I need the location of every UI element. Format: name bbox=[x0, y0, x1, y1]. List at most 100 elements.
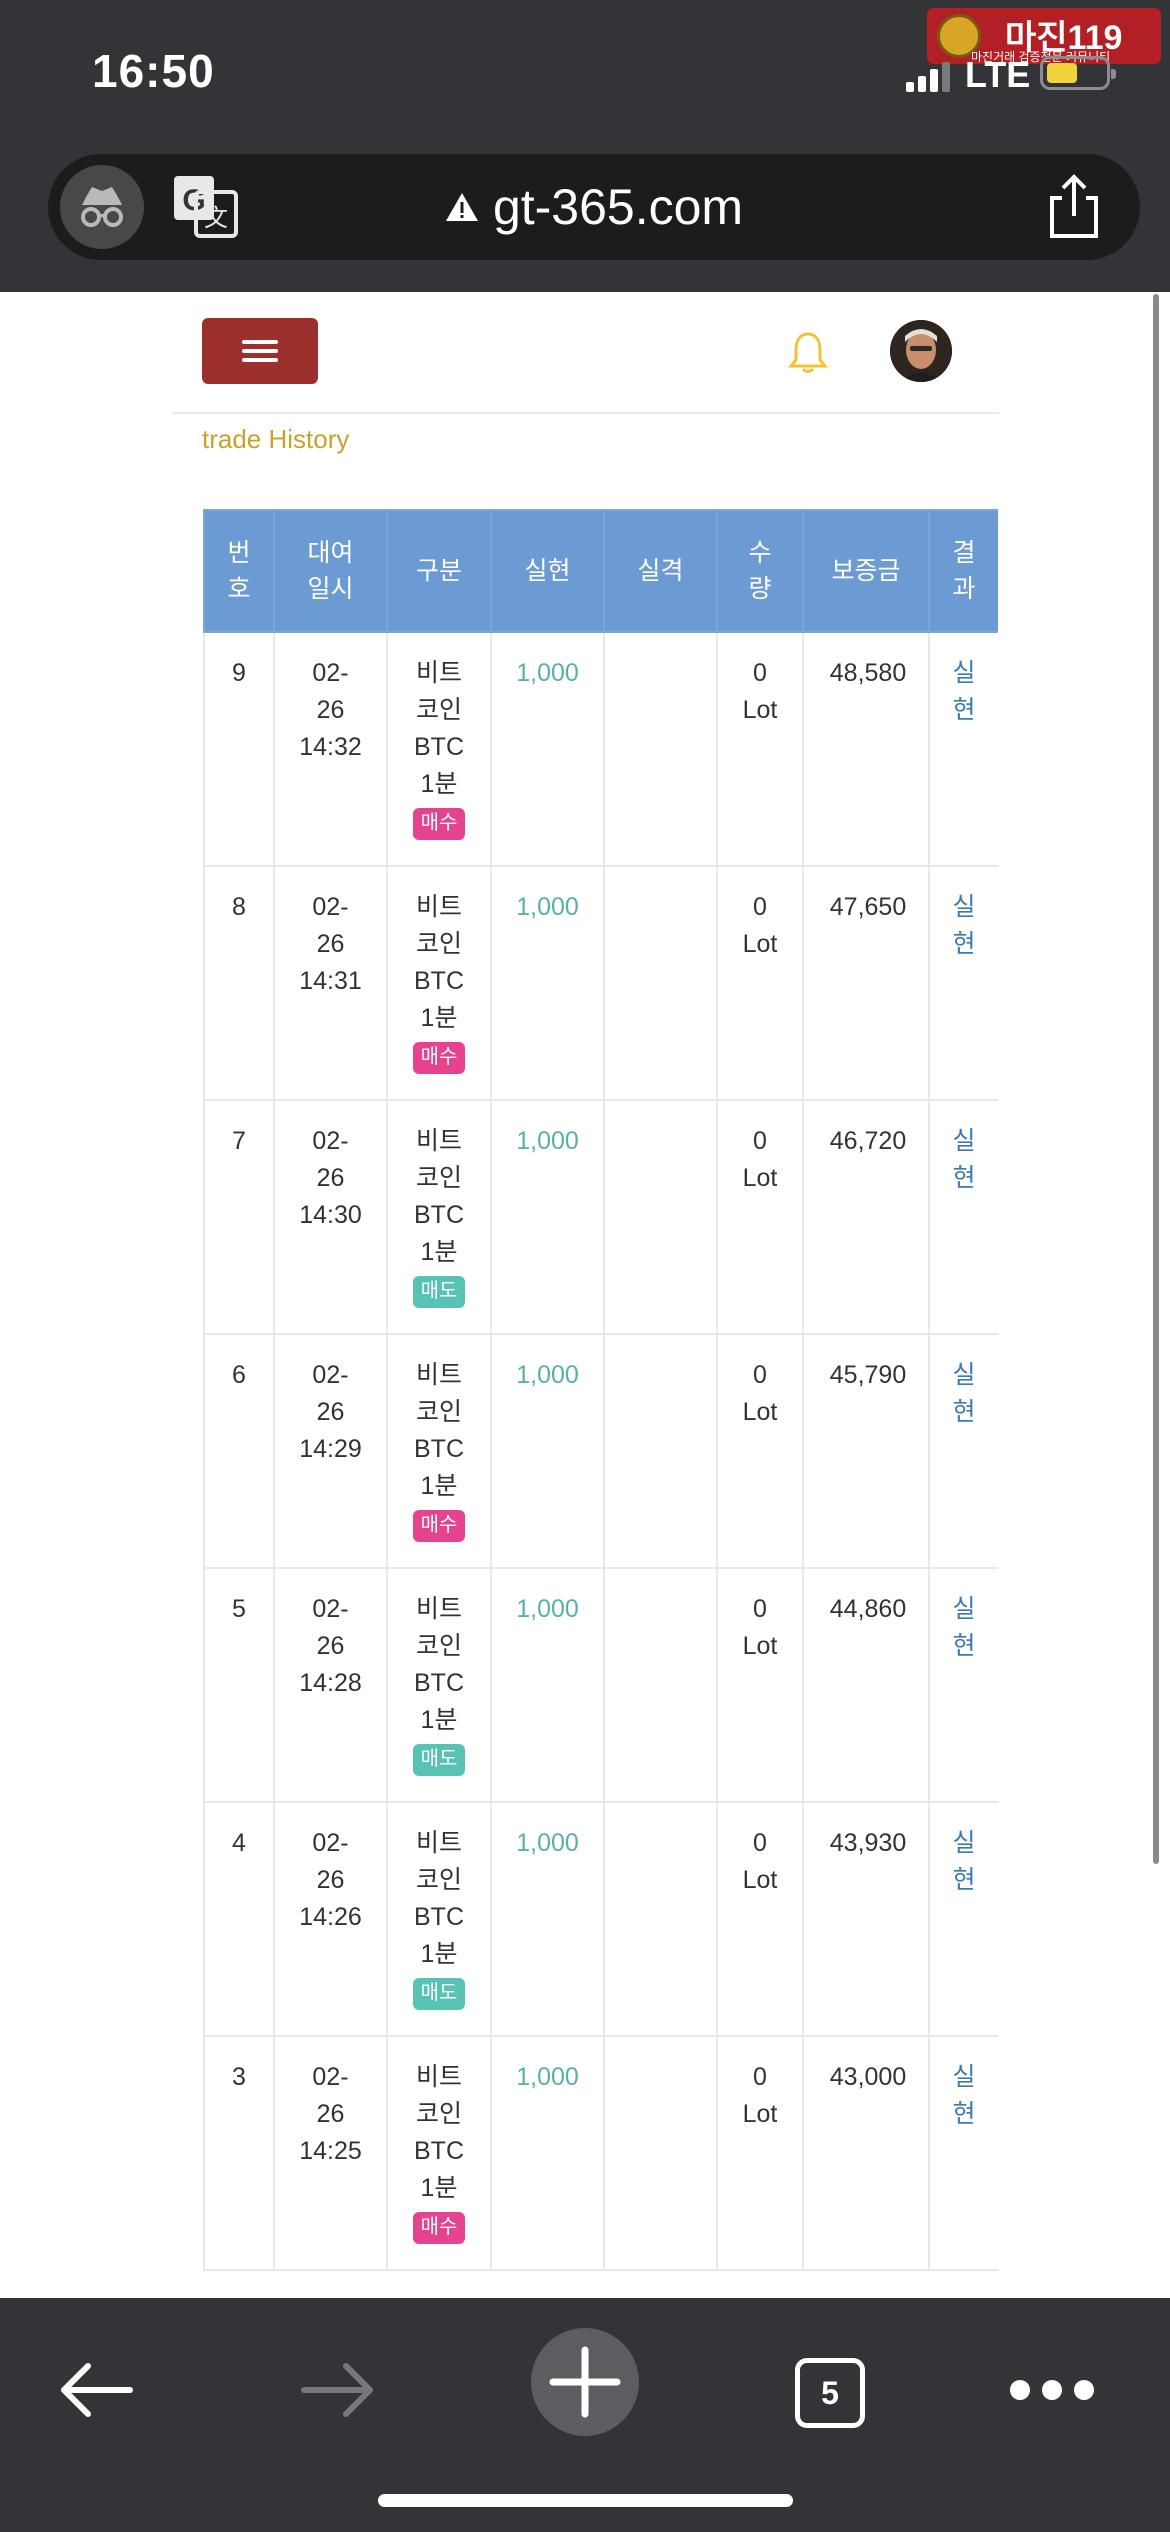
cell-result-text: 실 현 bbox=[952, 1829, 976, 1894]
table-row: 6 02- 26 14:29 비트 코인 BTC 1분 매수 1,000 0 Lot 45,… bbox=[203, 1333, 998, 1569]
page-scrollbar[interactable] bbox=[1153, 294, 1159, 1864]
cell-realized: 1,000 bbox=[490, 1099, 605, 1335]
cell-result[interactable]: 실 현 bbox=[928, 1801, 998, 2037]
arrow-left-icon bbox=[61, 2363, 133, 2417]
cell-quantity: 0 Lot bbox=[716, 1801, 804, 2037]
cell-no-text: 3 bbox=[232, 2063, 246, 2091]
cell-type-text: 비트 코인 BTC 1분 bbox=[414, 1595, 464, 1734]
header-quantity: 수 량 bbox=[716, 509, 804, 633]
cell-result[interactable]: 실 현 bbox=[928, 1333, 998, 1569]
cell-quantity: 0 Lot bbox=[716, 865, 804, 1101]
cell-result[interactable]: 실 현 bbox=[928, 1567, 998, 1803]
cell-realized: 1,000 bbox=[490, 1333, 605, 1569]
cell-margin: 43,000 bbox=[802, 2035, 930, 2271]
buy-badge: 매수 bbox=[412, 1510, 466, 1542]
cell-date-text: 02- 26 14:26 bbox=[299, 1829, 362, 1931]
cell-margin-text: 44,860 bbox=[829, 1595, 907, 1623]
table-row: 7 02- 26 14:30 비트 코인 BTC 1분 매도 1,000 0 Lot 46,… bbox=[203, 1099, 998, 1335]
cell-margin: 48,580 bbox=[802, 631, 930, 867]
url-display[interactable]: gt-365.com bbox=[48, 154, 1140, 260]
table-row: 5 02- 26 14:28 비트 코인 BTC 1분 매도 1,000 0 Lot 44,… bbox=[203, 1567, 998, 1803]
cell-no: 4 bbox=[203, 1801, 275, 2037]
cell-lost bbox=[603, 1333, 718, 1569]
table-row: 3 02- 26 14:25 비트 코인 BTC 1분 매수 1,000 0 Lot 43,… bbox=[203, 2035, 998, 2271]
cell-date-text: 02- 26 14:29 bbox=[299, 1361, 362, 1463]
cell-lost bbox=[603, 865, 718, 1101]
more-dots-icon[interactable] bbox=[1010, 2380, 1094, 2402]
cell-result[interactable]: 실 현 bbox=[928, 2035, 998, 2271]
battery-icon bbox=[1040, 56, 1116, 90]
avatar[interactable] bbox=[890, 320, 952, 382]
share-icon[interactable] bbox=[1042, 172, 1106, 242]
cell-type: 비트 코인 BTC 1분 매수 bbox=[386, 1333, 492, 1569]
cell-lost bbox=[603, 2035, 718, 2271]
cell-quantity: 0 Lot bbox=[716, 1333, 804, 1569]
home-indicator[interactable] bbox=[378, 2494, 793, 2507]
cell-type-text: 비트 코인 BTC 1분 bbox=[414, 1127, 464, 1266]
network-type: LTE bbox=[965, 54, 1031, 95]
cell-result[interactable]: 실 현 bbox=[928, 865, 998, 1101]
warning-icon bbox=[445, 193, 478, 221]
bell-icon[interactable] bbox=[787, 330, 829, 374]
cell-result-text: 실 현 bbox=[952, 1595, 976, 1660]
cell-realized: 1,000 bbox=[490, 865, 605, 1101]
header-realized: 실현 bbox=[490, 509, 605, 633]
cell-realized-text: 1,000 bbox=[516, 1829, 579, 1857]
browser-top-chrome: 16:50 마진119 마진거래 검증전문 커뮤니티 LTE G 文 gt-36… bbox=[0, 0, 1170, 292]
cell-date-text: 02- 26 14:31 bbox=[299, 893, 362, 995]
cell-result[interactable]: 실 현 bbox=[928, 1099, 998, 1335]
cell-no-text: 5 bbox=[232, 1595, 246, 1623]
cell-type: 비트 코인 BTC 1분 매수 bbox=[386, 2035, 492, 2271]
cell-result-text: 실 현 bbox=[952, 1361, 976, 1426]
cell-quantity: 0 Lot bbox=[716, 2035, 804, 2271]
cell-type-text: 비트 코인 BTC 1분 bbox=[414, 1829, 464, 1968]
cell-date: 02- 26 14:29 bbox=[273, 1333, 388, 1569]
cell-quantity-text: 0 Lot bbox=[742, 1829, 778, 1894]
cell-type-text: 비트 코인 BTC 1분 bbox=[414, 2063, 464, 2202]
cell-result[interactable]: 실 현 bbox=[928, 631, 998, 867]
cell-realized-text: 1,000 bbox=[516, 1361, 579, 1389]
forward-button[interactable] bbox=[300, 2360, 376, 2420]
cell-date: 02- 26 14:31 bbox=[273, 865, 388, 1101]
sell-badge: 매도 bbox=[412, 1978, 466, 2010]
browser-bottom-toolbar: 5 bbox=[0, 2298, 1170, 2532]
cell-margin-text: 43,930 bbox=[829, 1829, 907, 1857]
header-lost: 실격 bbox=[603, 509, 718, 633]
menu-button[interactable] bbox=[202, 318, 318, 384]
trade-history-table: 번 호 대여 일시 구분 실현 실격 수 량 보증금 결 과 9 02- 26 1… bbox=[203, 509, 998, 2299]
cell-realized: 1,000 bbox=[490, 1801, 605, 2037]
cell-margin-text: 48,580 bbox=[829, 659, 907, 687]
cell-margin: 43,930 bbox=[802, 1801, 930, 2037]
cell-date: 02- 26 14:28 bbox=[273, 1567, 388, 1803]
cell-lost bbox=[603, 1099, 718, 1335]
cell-quantity: 0 Lot bbox=[716, 1567, 804, 1803]
cell-quantity-text: 0 Lot bbox=[742, 1361, 778, 1426]
cell-type-text: 비트 코인 BTC 1분 bbox=[414, 659, 464, 798]
cell-quantity-text: 0 Lot bbox=[742, 659, 778, 724]
cell-no: 9 bbox=[203, 631, 275, 867]
cell-no-text: 8 bbox=[232, 893, 246, 921]
plus-icon bbox=[549, 2346, 621, 2418]
cell-result-text: 실 현 bbox=[952, 659, 976, 724]
buy-badge: 매수 bbox=[412, 1042, 466, 1074]
tab-switcher-button[interactable]: 5 bbox=[795, 2358, 865, 2428]
cell-date-text: 02- 26 14:32 bbox=[299, 659, 362, 761]
cell-lost bbox=[603, 1567, 718, 1803]
cell-result-text: 실 현 bbox=[952, 2063, 976, 2128]
cell-type: 비트 코인 BTC 1분 매수 bbox=[386, 631, 492, 867]
cell-margin-text: 43,000 bbox=[829, 2063, 907, 2091]
table-row: 4 02- 26 14:26 비트 코인 BTC 1분매도 1,000 0 Lot 43,… bbox=[203, 1801, 998, 2037]
hamburger-icon bbox=[242, 340, 278, 362]
cell-no: 6 bbox=[203, 1333, 275, 1569]
cell-no: 5 bbox=[203, 1567, 275, 1803]
url-text: gt-365.com bbox=[492, 179, 744, 235]
cell-lost bbox=[603, 1801, 718, 2037]
back-button[interactable] bbox=[58, 2360, 134, 2420]
address-bar[interactable]: G 文 gt-365.com bbox=[48, 154, 1140, 260]
new-tab-button[interactable] bbox=[531, 2328, 639, 2436]
table-row: 9 02- 26 14:32 비트 코인 BTC 1분 매수 1,000 0 Lot 48,… bbox=[203, 631, 998, 867]
header-result: 결 과 bbox=[928, 509, 998, 633]
cell-realized-text: 1,000 bbox=[516, 893, 579, 921]
cell-margin: 46,720 bbox=[802, 1099, 930, 1335]
cell-quantity-text: 0 Lot bbox=[742, 893, 778, 958]
